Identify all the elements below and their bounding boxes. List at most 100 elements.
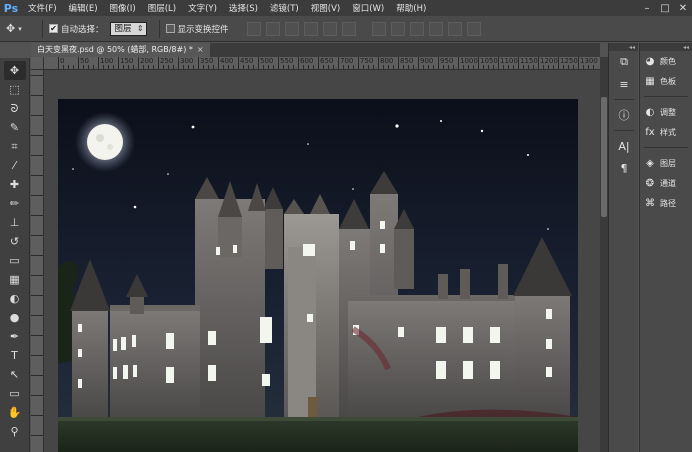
distribute-bottom-icon[interactable] bbox=[409, 21, 424, 36]
show-transform-checkbox[interactable] bbox=[165, 24, 175, 33]
move-tool-icon[interactable]: ✥ bbox=[3, 61, 26, 80]
ruler-origin[interactable] bbox=[31, 57, 44, 70]
panel-tab-paths[interactable]: ⌘ 路径 bbox=[640, 193, 692, 213]
ruler-minor-tick bbox=[368, 65, 369, 69]
vertical-ruler[interactable] bbox=[31, 70, 44, 452]
panel-tab-styles[interactable]: fx 样式 bbox=[640, 122, 692, 142]
distribute-vcenter-icon[interactable] bbox=[390, 21, 405, 36]
eyedropper-tool-icon[interactable]: ⁄ bbox=[4, 156, 26, 175]
ruler-label: 1250 bbox=[558, 57, 578, 69]
paragraph-icon[interactable]: ¶ bbox=[609, 157, 639, 179]
panel-tab-swatches[interactable]: ▦ 色板 bbox=[640, 71, 692, 91]
ruler-minor-tick bbox=[373, 65, 374, 69]
ruler-minor-tick bbox=[403, 65, 404, 69]
align-hcenter-icon[interactable] bbox=[322, 21, 337, 36]
ruler-minor-tick bbox=[188, 65, 189, 69]
hand-tool-icon[interactable]: ✋ bbox=[4, 403, 26, 422]
align-top-icon[interactable] bbox=[246, 21, 261, 36]
panel-tab-layers[interactable]: ◈ 图层 bbox=[640, 153, 692, 173]
type-tool-icon[interactable]: T bbox=[4, 346, 26, 365]
marquee-tool-icon[interactable]: ⬚ bbox=[4, 80, 26, 99]
auto-select-dropdown[interactable]: 图层 bbox=[109, 21, 147, 36]
close-button[interactable]: ✕ bbox=[674, 1, 692, 15]
character-icon[interactable]: A| bbox=[609, 135, 639, 157]
distribute-left-icon[interactable] bbox=[428, 21, 443, 36]
panel-tab-adjustments[interactable]: ◐ 调整 bbox=[640, 102, 692, 122]
ruler-tick bbox=[31, 255, 43, 256]
menu-image[interactable]: 图像(I) bbox=[104, 2, 142, 14]
healing-tool-icon[interactable]: ✚ bbox=[4, 175, 26, 194]
shape-tool-icon[interactable]: ▭ bbox=[4, 384, 26, 403]
history-brush-tool-icon[interactable]: ↺ bbox=[4, 232, 26, 251]
align-bottom-icon[interactable] bbox=[284, 21, 299, 36]
ruler-tick bbox=[31, 135, 43, 136]
vertical-scrollbar[interactable] bbox=[600, 57, 608, 452]
ruler-label: 1000 bbox=[458, 57, 478, 69]
panel-tab-color[interactable]: ◕ 颜色 bbox=[640, 51, 692, 71]
ruler-minor-tick bbox=[243, 65, 244, 69]
ruler-minor-tick bbox=[393, 65, 394, 69]
document-tab[interactable]: 白天变黑夜.psd @ 50% (蜡部, RGB/8#) * × bbox=[31, 43, 210, 57]
minimize-button[interactable]: – bbox=[638, 1, 656, 15]
maximize-button[interactable]: □ bbox=[656, 1, 674, 15]
ruler-minor-tick bbox=[73, 65, 74, 69]
ruler-minor-tick bbox=[113, 65, 114, 69]
ruler-minor-tick bbox=[528, 65, 529, 69]
distribute-top-icon[interactable] bbox=[371, 21, 386, 36]
menu-type[interactable]: 文字(Y) bbox=[182, 2, 223, 14]
menu-layer[interactable]: 图层(L) bbox=[142, 2, 182, 14]
zoom-tool-icon[interactable]: ⚲ bbox=[4, 422, 26, 441]
ruler-tick bbox=[31, 355, 43, 356]
gradient-tool-icon[interactable]: ▦ bbox=[4, 270, 26, 289]
ruler-label: 350 bbox=[197, 57, 214, 69]
menu-view[interactable]: 视图(V) bbox=[305, 2, 346, 14]
pen-tool-icon[interactable]: ✒ bbox=[4, 327, 26, 346]
eraser-tool-icon[interactable]: ▭ bbox=[4, 251, 26, 270]
menu-window[interactable]: 窗口(W) bbox=[346, 2, 390, 14]
tool-preset-picker[interactable]: ✥ ▾ bbox=[6, 20, 36, 38]
adjustments-icon: ◐ bbox=[645, 106, 655, 118]
align-right-icon[interactable] bbox=[341, 21, 356, 36]
ruler-minor-tick bbox=[323, 65, 324, 69]
options-bar: ✥▾ ✔ 自动选择： 图层 显示变换控件 bbox=[0, 16, 692, 42]
document-image[interactable] bbox=[58, 99, 578, 452]
menu-bar: Ps 文件(F) 编辑(E) 图像(I) 图层(L) 文字(Y) 选择(S) 滤… bbox=[0, 0, 692, 16]
blur-tool-icon[interactable]: ◐ bbox=[4, 289, 26, 308]
brush-tool-icon[interactable]: ✏ bbox=[4, 194, 26, 213]
panel-grip[interactable]: ◂◂ bbox=[640, 43, 692, 51]
menu-file[interactable]: 文件(F) bbox=[22, 2, 63, 14]
close-icon[interactable]: × bbox=[197, 45, 204, 54]
distribute-hcenter-icon[interactable] bbox=[447, 21, 462, 36]
menu-edit[interactable]: 编辑(E) bbox=[63, 2, 104, 14]
path-select-tool-icon[interactable]: ↖ bbox=[4, 365, 26, 384]
quick-select-tool-icon[interactable]: ✎ bbox=[4, 118, 26, 137]
distribute-right-icon[interactable] bbox=[466, 21, 481, 36]
ruler-minor-tick bbox=[333, 65, 334, 69]
menu-filter[interactable]: 滤镜(T) bbox=[264, 2, 305, 14]
align-vcenter-icon[interactable] bbox=[265, 21, 280, 36]
scrollbar-thumb[interactable] bbox=[601, 97, 607, 217]
info-icon[interactable]: ⓘ bbox=[609, 104, 639, 126]
panel-tab-channels[interactable]: ❂ 通道 bbox=[640, 173, 692, 193]
ruler-minor-tick bbox=[468, 65, 469, 69]
auto-select-checkbox[interactable]: ✔ bbox=[49, 24, 58, 33]
adjust-icon[interactable]: ≡ bbox=[609, 73, 639, 95]
lasso-tool-icon[interactable]: ᘐ bbox=[4, 99, 26, 118]
menu-help[interactable]: 帮助(H) bbox=[390, 2, 432, 14]
ruler-minor-tick bbox=[268, 65, 269, 69]
ruler-minor-tick bbox=[143, 65, 144, 69]
ruler-minor-tick bbox=[553, 65, 554, 69]
history-icon[interactable]: ⧉ bbox=[609, 51, 639, 73]
align-left-icon[interactable] bbox=[303, 21, 318, 36]
ruler-tick bbox=[31, 295, 43, 296]
horizontal-ruler[interactable]: 0 50 100 150 200 250 300 350 400 450 500 550 600 650 7… bbox=[44, 57, 600, 70]
menu-select[interactable]: 选择(S) bbox=[223, 2, 264, 14]
stamp-tool-icon[interactable]: ⊥ bbox=[4, 213, 26, 232]
ruler-tick bbox=[31, 235, 43, 236]
crop-tool-icon[interactable]: ⌗ bbox=[4, 137, 26, 156]
panel-grip[interactable]: ◂◂ bbox=[609, 43, 638, 51]
ruler-label: 200 bbox=[137, 57, 154, 69]
ruler-label: 900 bbox=[417, 57, 434, 69]
dodge-tool-icon[interactable]: ● bbox=[4, 308, 26, 327]
ruler-minor-tick bbox=[208, 65, 209, 69]
